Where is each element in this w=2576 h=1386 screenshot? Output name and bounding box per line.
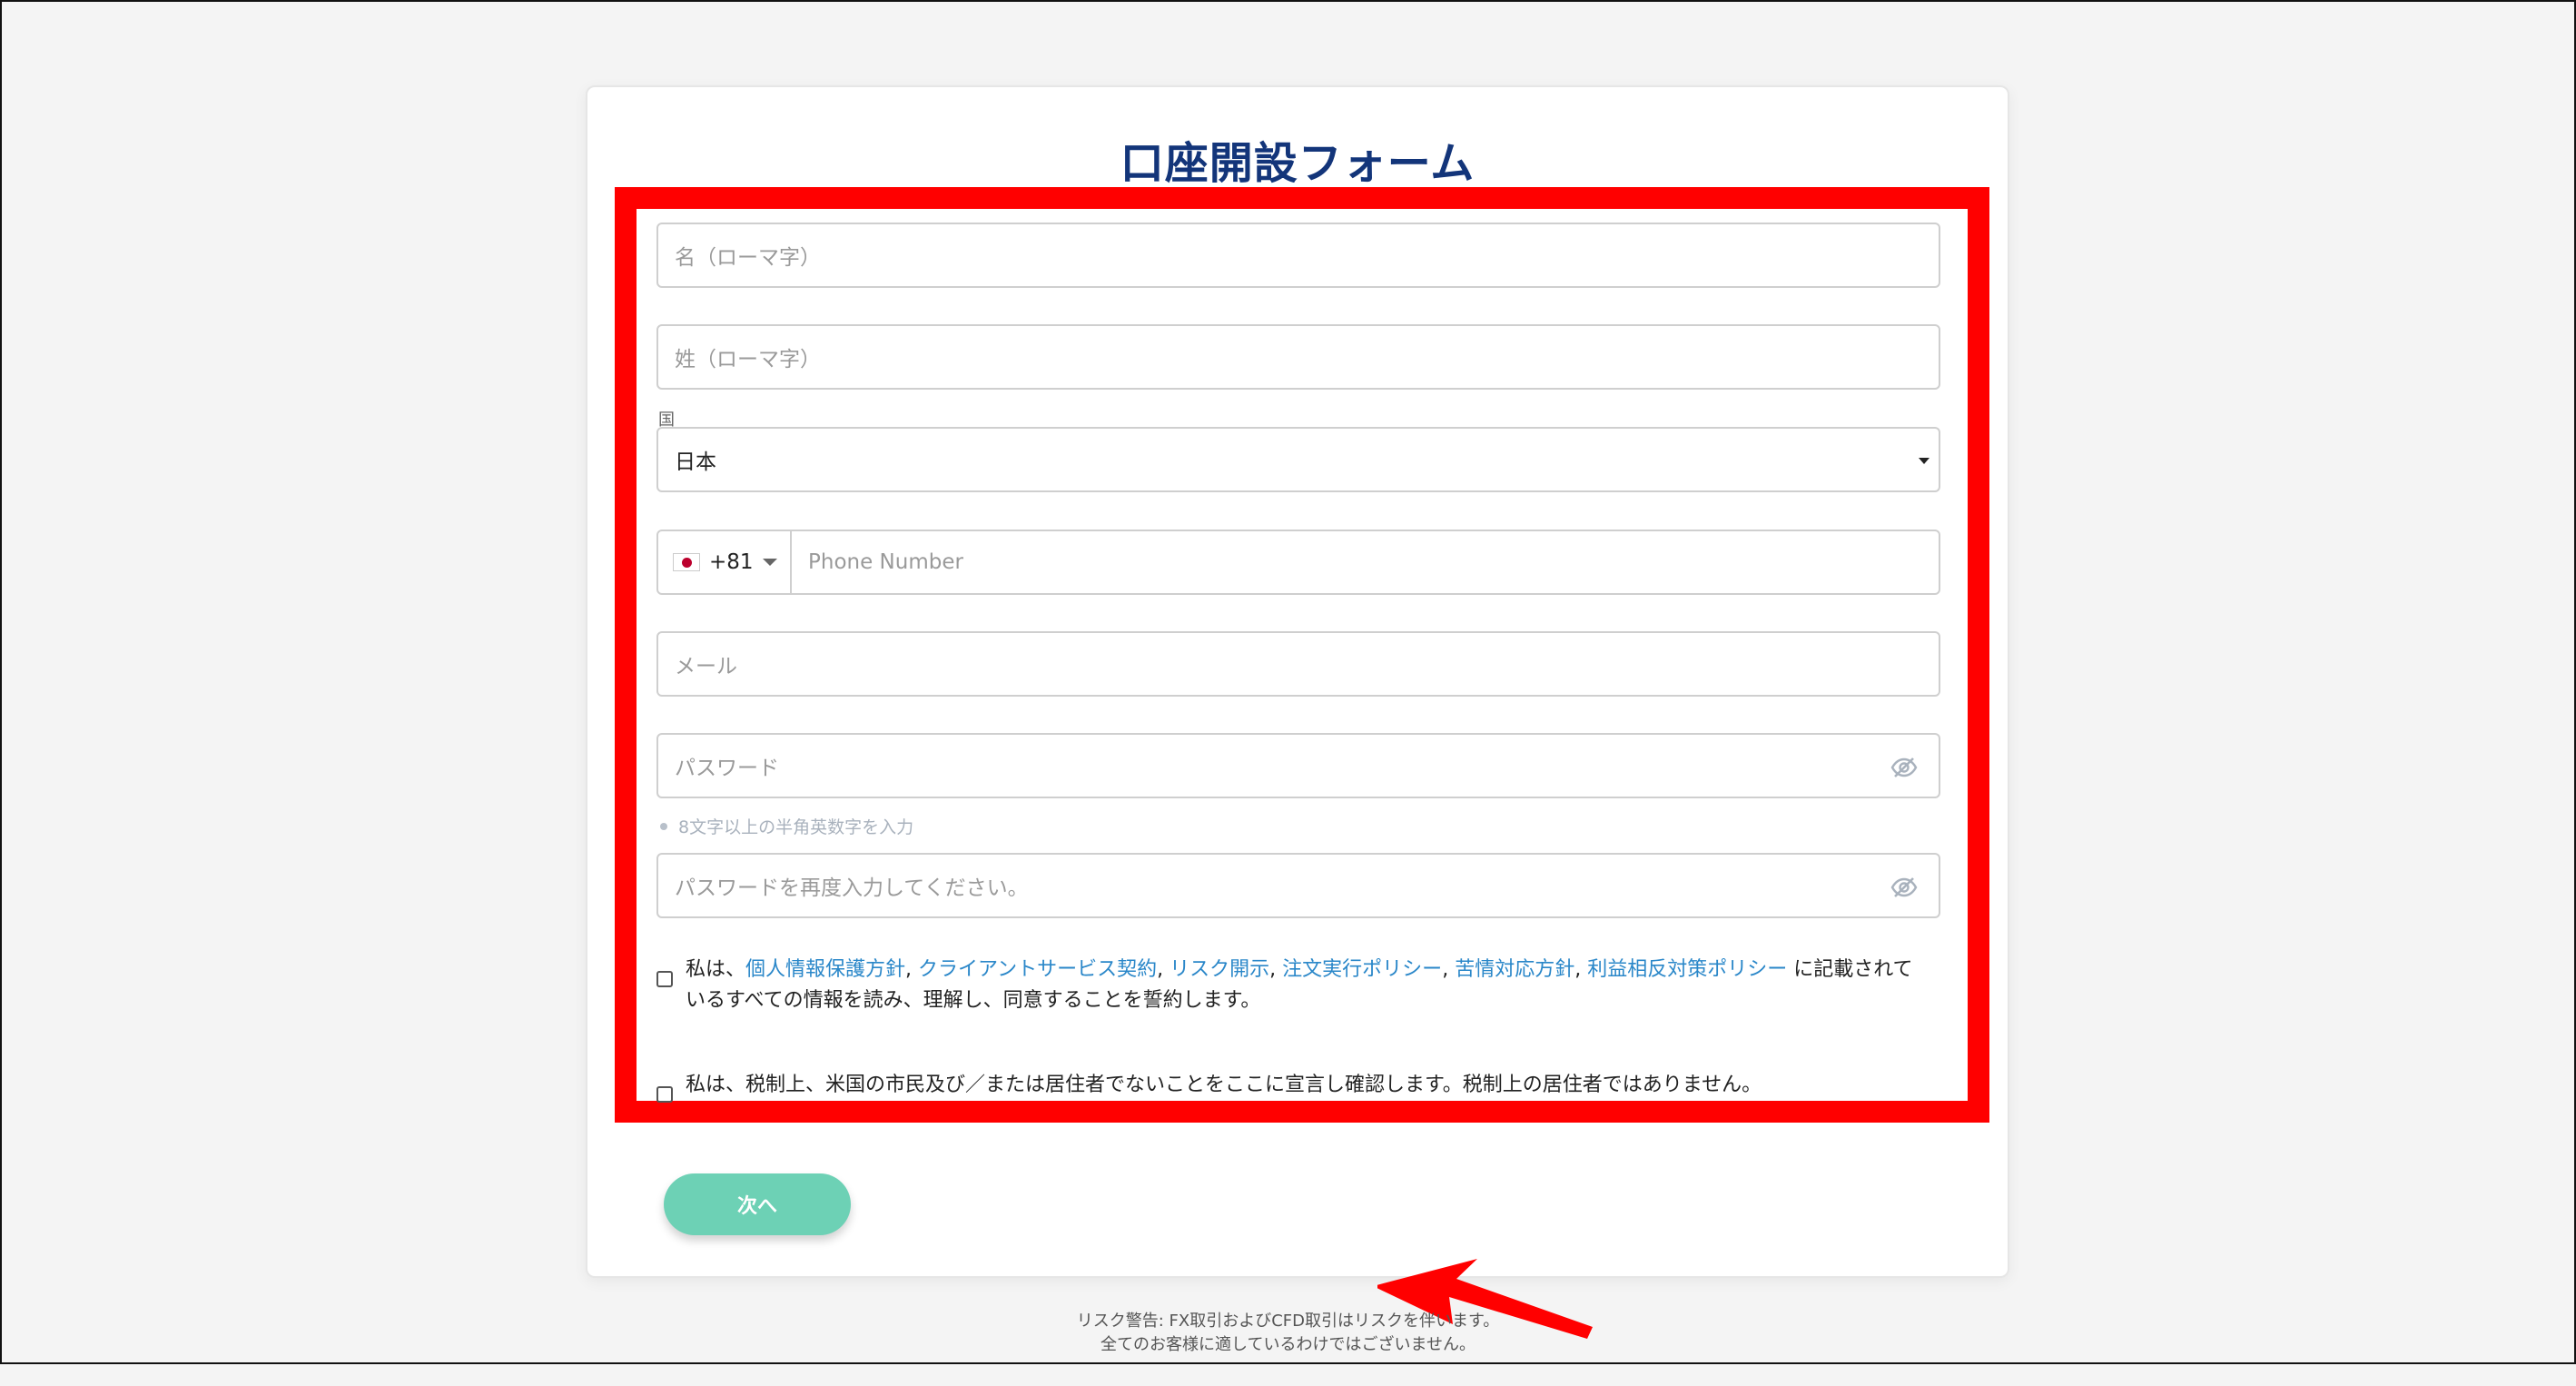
tax-declaration-text: 私は、税制上、米国の市民及び／または居住者でないことをここに宣言し確認します。税… (686, 1074, 1762, 1096)
chevron-down-icon (1919, 458, 1930, 464)
password-confirm-placeholder: パスワードを再度入力してください。 (675, 876, 1029, 900)
consent-prefix: 私は、 (686, 958, 746, 981)
tax-declaration-row: 私は、税制上、米国の市民及び／または居住者でないことをここに宣言し確認します。税… (656, 1070, 1946, 1103)
page-title: 口座開設フォーム (1120, 138, 1476, 189)
link-risk-disclosure[interactable]: リスク開示 (1170, 958, 1269, 981)
password-placeholder: パスワード (675, 757, 779, 780)
policy-consent-text: 私は、個人情報保護方針, クライアントサービス契約, リスク開示, 注文実行ポリ… (686, 958, 1913, 1012)
email-placeholder: メール (675, 655, 737, 678)
last-name-field[interactable]: 姓（ローマ字） (656, 324, 1940, 390)
first-name-field[interactable]: 名（ローマ字） (656, 223, 1940, 288)
link-complaints-policy[interactable]: 苦情対応方針 (1455, 958, 1574, 981)
email-field[interactable]: メール (656, 631, 1940, 697)
link-order-execution-policy[interactable]: 注文実行ポリシー (1282, 958, 1442, 981)
japan-flag-icon (673, 553, 700, 571)
link-client-agreement[interactable]: クライアントサービス契約 (918, 958, 1157, 981)
risk-warning-line-2: 全てのお客様に適しているわけではございません。 (1100, 1335, 1476, 1354)
phone-placeholder: Phone Number (808, 550, 963, 574)
risk-warning-line-1: リスク警告: FX取引およびCFD取引はリスクを伴います。 (1076, 1312, 1500, 1331)
next-button[interactable]: 次へ (664, 1173, 851, 1235)
risk-warning-footer: リスク警告: FX取引およびCFD取引はリスクを伴います。 全てのお客様に適して… (2, 1310, 2574, 1357)
policy-consent-row: 私は、個人情報保護方針, クライアントサービス契約, リスク開示, 注文実行ポリ… (656, 955, 1946, 1016)
eye-slash-icon[interactable] (1890, 753, 1919, 782)
caret-down-icon (762, 559, 777, 566)
tax-declaration-checkbox[interactable] (656, 1086, 673, 1103)
consent-suffix-1: に記載されて (1787, 958, 1913, 981)
eye-slash-icon[interactable] (1890, 873, 1919, 902)
first-name-placeholder: 名（ローマ字） (675, 246, 821, 270)
country-value: 日本 (675, 450, 716, 474)
password-hint: 8文字以上の半角英数字を入力 (660, 814, 913, 838)
consent-suffix-2: いるすべての情報を読み、理解し、同意することを誓約します。 (686, 989, 1261, 1012)
bullet-icon (660, 822, 667, 830)
link-privacy-policy[interactable]: 個人情報保護方針 (745, 958, 905, 981)
signup-card: 口座開設フォーム 名（ローマ字） 姓（ローマ字） 国 日本 +81 Phone … (586, 85, 2009, 1339)
policy-consent-checkbox[interactable] (656, 971, 673, 987)
password-hint-text: 8文字以上の半角英数字を入力 (678, 817, 914, 837)
country-select[interactable]: 日本 (656, 427, 1940, 492)
phone-code: +81 (709, 550, 754, 574)
phone-country-picker[interactable]: +81 (658, 531, 792, 593)
password-confirm-field[interactable]: パスワードを再度入力してください。 (656, 853, 1940, 918)
password-field[interactable]: パスワード (656, 733, 1940, 798)
phone-field[interactable]: +81 Phone Number (656, 530, 1940, 595)
link-conflicts-policy[interactable]: 利益相反対策ポリシー (1587, 958, 1787, 981)
last-name-placeholder: 姓（ローマ字） (675, 348, 821, 371)
